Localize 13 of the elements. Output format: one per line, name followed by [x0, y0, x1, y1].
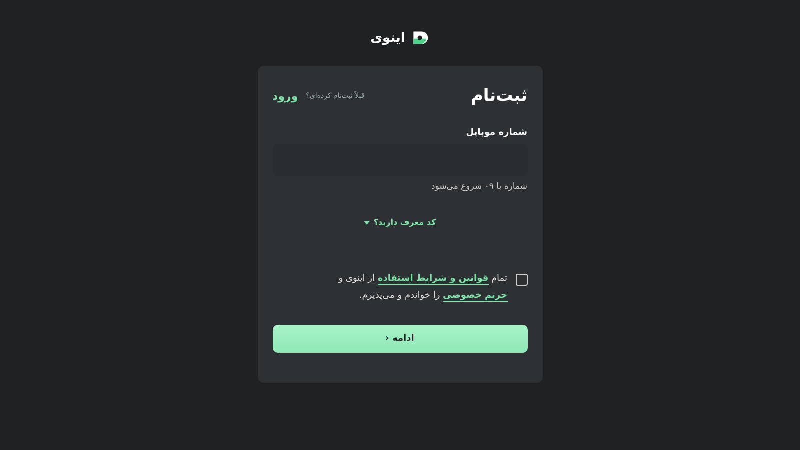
field-label: شماره موبایل [465, 128, 528, 138]
terms-checkbox[interactable] [516, 274, 528, 286]
terms-text: تمام قوانین و شرایط استفاده از اینوی و حریم خصوصی را خواندم و می‌پذیرم. [337, 273, 508, 304]
brand-name: اینوی [370, 30, 406, 46]
caret-icon[interactable] [364, 220, 370, 224]
privacy-link[interactable]: حریم خصوصی [443, 291, 508, 302]
field-hint: شماره با ۰۹ شروع می‌شود [430, 182, 528, 192]
referral-toggle[interactable]: کد معرف دارید؟ [374, 218, 436, 227]
card-title: ثبت‌نام [470, 86, 528, 106]
login-link[interactable]: ورود [272, 90, 298, 102]
terms-link[interactable]: قوانین و شرایط استفاده [378, 274, 489, 285]
continue-button[interactable]: ادامه ‹ [272, 325, 528, 353]
logo-icon [411, 29, 430, 47]
